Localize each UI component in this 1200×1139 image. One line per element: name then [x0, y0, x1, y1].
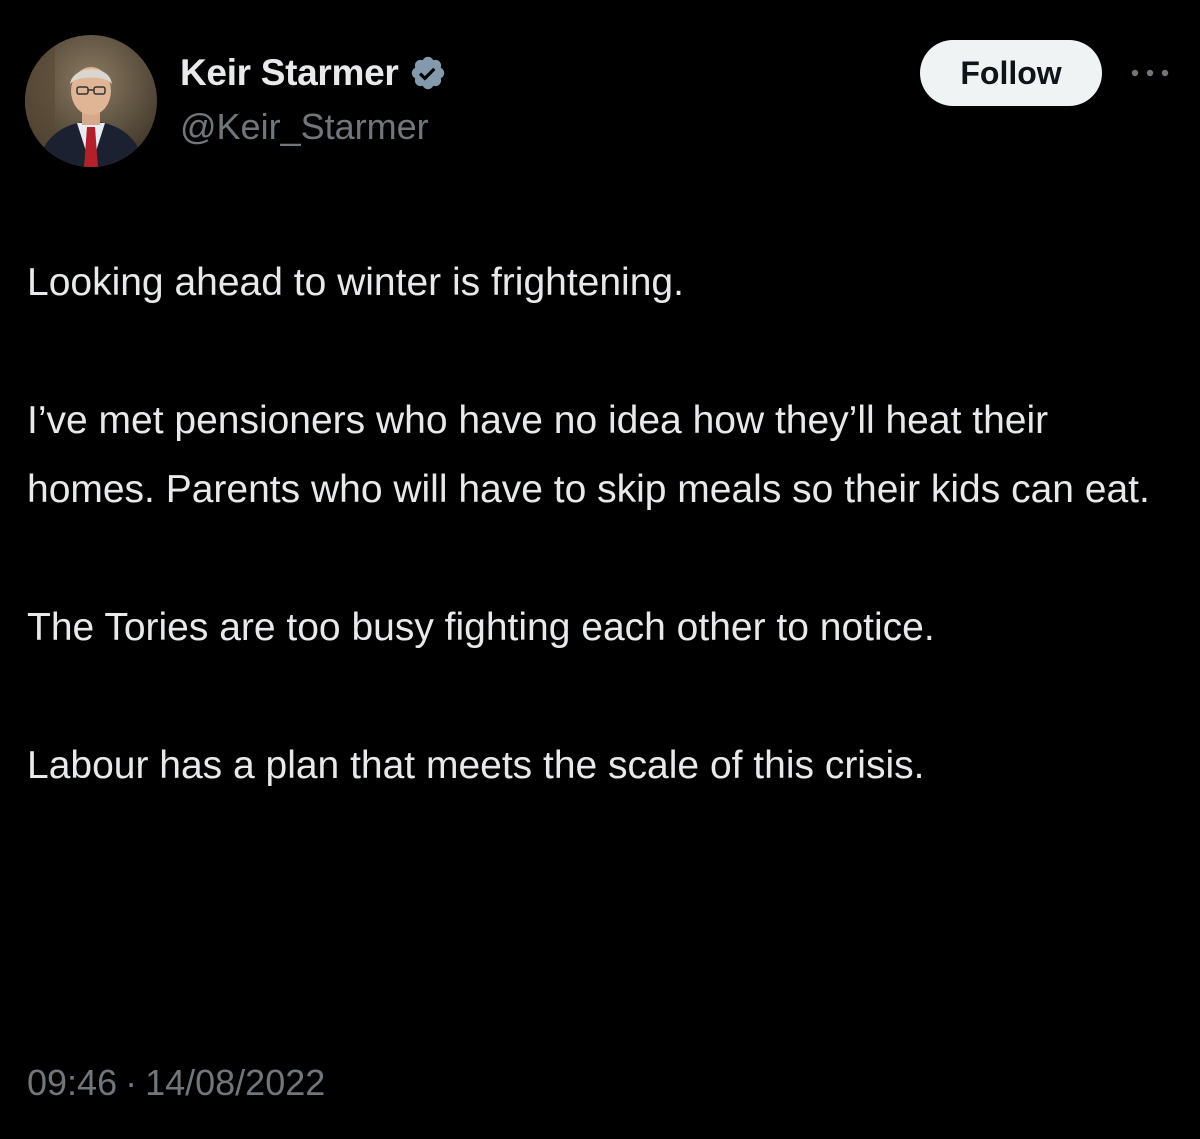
tweet-paragraph: Looking ahead to winter is frightening.: [27, 261, 684, 304]
tweet-date[interactable]: 14/08/2022: [145, 1062, 325, 1104]
author-display-name[interactable]: Keir Starmer: [180, 52, 399, 94]
tweet-card: Keir Starmer @Keir_Starmer Follow Lookin…: [0, 0, 1200, 1139]
verified-badge-icon: [411, 56, 444, 90]
tweet-paragraph: The Tories are too busy fighting each ot…: [27, 606, 935, 649]
author-handle[interactable]: @Keir_Starmer: [180, 106, 429, 148]
follow-button[interactable]: Follow: [920, 40, 1102, 106]
more-options-icon: [1131, 69, 1169, 77]
timestamp-separator: ·: [125, 1062, 138, 1103]
avatar-photo-icon: [25, 35, 157, 167]
more-options-button[interactable]: [1128, 58, 1172, 88]
tweet-text: Looking ahead to winter is frightening. …: [27, 248, 1167, 800]
tweet-time[interactable]: 09:46: [27, 1062, 117, 1104]
tweet-paragraph: I’ve met pensioners who have no idea how…: [27, 399, 1150, 511]
tweet-paragraph: Labour has a plan that meets the scale o…: [27, 744, 925, 787]
tweet-timestamp[interactable]: 09:46 · 14/08/2022: [27, 1062, 325, 1104]
avatar[interactable]: [25, 35, 157, 167]
author-name-row: Keir Starmer: [180, 50, 447, 96]
